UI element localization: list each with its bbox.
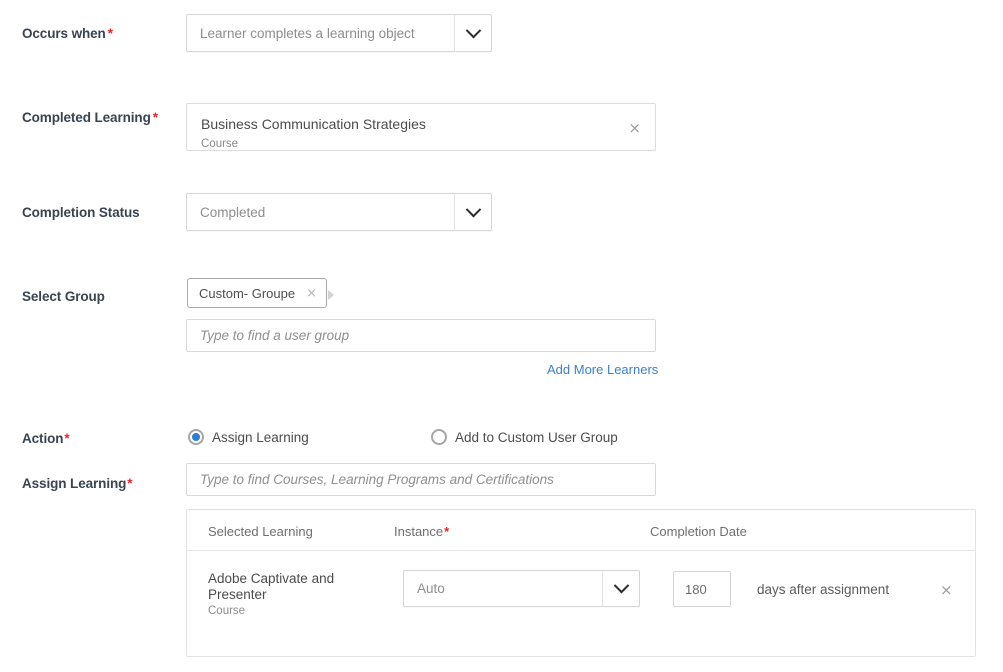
- chevron-down-icon[interactable]: [454, 15, 491, 51]
- completion-days-value: 180: [685, 581, 707, 597]
- close-icon[interactable]: ×: [628, 121, 641, 136]
- completion-days-input[interactable]: 180: [673, 571, 731, 607]
- required-asterisk: *: [107, 26, 113, 41]
- completion-status-select[interactable]: Completed: [186, 193, 492, 231]
- radio-assign-learning-indicator[interactable]: [188, 429, 204, 445]
- column-header-instance: Instance*: [394, 524, 449, 539]
- add-more-learners-link[interactable]: Add More Learners: [547, 362, 658, 377]
- label-assign-learning: Assign Learning*: [22, 476, 133, 491]
- column-header-selected-learning-text: Selected Learning: [208, 524, 313, 539]
- label-select-group-text: Select Group: [22, 289, 105, 304]
- instance-value: Auto: [417, 581, 445, 596]
- required-asterisk: *: [444, 524, 450, 539]
- close-icon[interactable]: ×: [940, 583, 953, 598]
- radio-add-to-custom-user-group[interactable]: Add to Custom User Group: [431, 429, 618, 445]
- label-completed-learning: Completed Learning *: [22, 110, 158, 125]
- column-header-completion-date-text: Completion Date: [650, 524, 747, 539]
- label-completed-learning-text: Completed Learning: [22, 110, 151, 125]
- user-group-search-input[interactable]: Type to find a user group: [186, 319, 656, 352]
- table-header-row: Selected Learning Instance* Completion D…: [187, 510, 975, 551]
- row-learning-title: Adobe Captivate and Presenter: [208, 571, 335, 602]
- completion-days-suffix: days after assignment: [757, 582, 890, 597]
- group-chip[interactable]: Custom- Groupe ×: [187, 278, 327, 308]
- occurs-when-select[interactable]: Learner completes a learning object: [186, 14, 492, 52]
- completion-status-value: Completed: [200, 204, 266, 220]
- required-asterisk: *: [152, 110, 158, 125]
- required-asterisk: *: [64, 431, 70, 446]
- label-select-group: Select Group: [22, 289, 105, 304]
- column-header-completion-date: Completion Date: [650, 524, 747, 539]
- completed-learning-subtitle: Course: [201, 138, 239, 150]
- label-occurs-when-text: Occurs when: [22, 26, 106, 41]
- row-learning-subtitle: Course: [208, 605, 246, 617]
- assign-learning-search-input[interactable]: Type to find Courses, Learning Programs …: [186, 463, 656, 496]
- label-occurs-when: Occurs when *: [22, 26, 113, 41]
- label-action-text: Action: [22, 431, 64, 446]
- label-assign-learning-text: Assign Learning: [22, 476, 127, 491]
- user-group-search-placeholder: Type to find a user group: [200, 328, 350, 343]
- group-chip-label: Custom- Groupe: [199, 285, 296, 301]
- label-completion-status: Completion Status: [22, 205, 140, 220]
- occurs-when-value: Learner completes a learning object: [200, 25, 415, 41]
- assign-learning-search-placeholder: Type to find Courses, Learning Programs …: [200, 472, 554, 487]
- instance-select[interactable]: Auto: [403, 570, 640, 607]
- label-action: Action*: [22, 431, 70, 446]
- chevron-down-icon[interactable]: [602, 571, 639, 606]
- chevron-right-icon: [328, 290, 334, 300]
- radio-assign-learning-label: Assign Learning: [212, 429, 309, 445]
- close-icon[interactable]: ×: [306, 286, 317, 301]
- label-completion-status-text: Completion Status: [22, 205, 140, 220]
- required-asterisk: *: [127, 476, 133, 491]
- completed-learning-card[interactable]: Business Communication Strategies Course…: [186, 103, 656, 151]
- chevron-down-icon[interactable]: [454, 194, 491, 230]
- radio-add-to-custom-user-group-indicator[interactable]: [431, 429, 447, 445]
- completed-learning-title: Business Communication Strategies: [201, 116, 426, 132]
- radio-assign-learning[interactable]: Assign Learning: [188, 429, 309, 445]
- radio-add-to-custom-user-group-label: Add to Custom User Group: [455, 429, 618, 445]
- selected-learning-table: Selected Learning Instance* Completion D…: [186, 509, 976, 657]
- column-header-selected-learning: Selected Learning: [208, 524, 313, 539]
- column-header-instance-text: Instance: [394, 524, 444, 539]
